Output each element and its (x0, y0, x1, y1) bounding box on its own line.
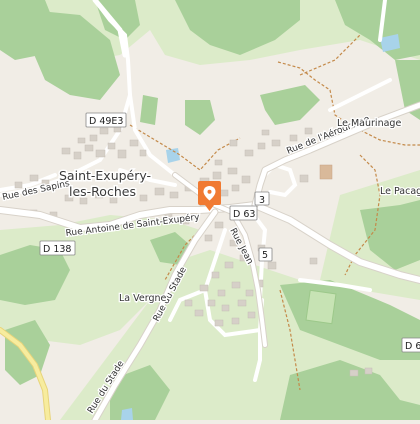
shield-text-d6-small: 5 (262, 250, 268, 261)
town-name-line1: Saint-Exupéry- (59, 168, 151, 183)
town-name-line2: les-Roches (69, 184, 136, 199)
place-label-maurinage: Le Maurinage (337, 118, 401, 129)
place-label-pacage: Le Pacag (380, 186, 420, 197)
shield-d6-small: 5 (258, 247, 273, 262)
shield-d49e3: D 49E3 (85, 112, 127, 128)
shield-text-d49e3: D 49E3 (89, 116, 123, 127)
shield-text-d63: D 63 (233, 209, 255, 220)
shield-text-d63-partial: 3 (259, 195, 265, 206)
shield-text-d6-partial: D 6 (405, 341, 420, 352)
shield-d6-partial: D 6 (401, 337, 420, 353)
place-label-vergne: La Vergne (119, 293, 167, 304)
map-canvas: Rue de l'Aérodrome Rue Antoine de Saint-… (0, 0, 420, 424)
shield-d138: D 138 (39, 240, 76, 256)
shield-d63-partial: 3 (254, 191, 270, 206)
shield-d63: D 63 (229, 205, 258, 221)
map-view[interactable]: Rue de l'Aérodrome Rue Antoine de Saint-… (0, 0, 420, 424)
sports-field (305, 289, 337, 325)
shield-text-d138: D 138 (43, 244, 71, 255)
